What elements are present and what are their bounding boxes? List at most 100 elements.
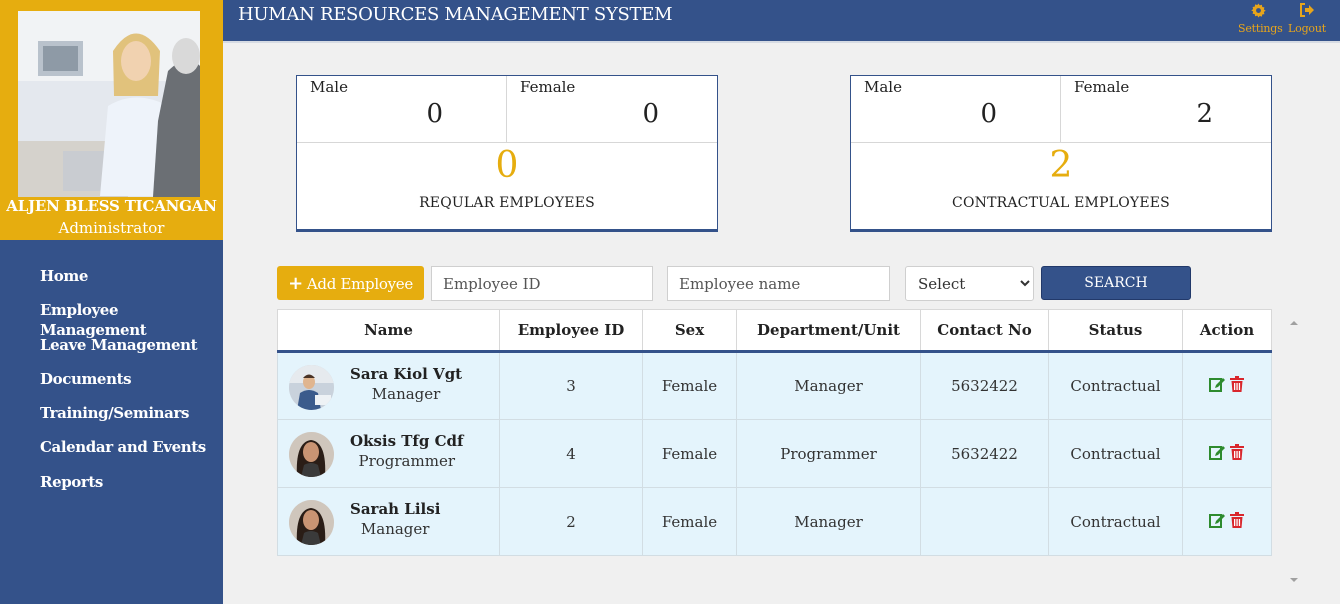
user-name: ALJEN BLESS TICANGAN: [6, 197, 217, 215]
table-header-row: Name Employee ID Sex Department/Unit Con…: [277, 309, 1272, 353]
employee-name-input[interactable]: [667, 266, 890, 301]
avatar: [289, 432, 334, 477]
contact-cell: 5632422: [920, 351, 1049, 420]
regular-male-cell: Male 0: [297, 76, 507, 143]
contractual-caption: CONTRACTUAL EMPLOYEES: [952, 195, 1170, 211]
sidebar-item-training-seminars[interactable]: Training/Seminars: [40, 403, 223, 437]
department-cell: Manager: [736, 487, 921, 556]
employee-name: Oksis Tfg Cdf: [350, 432, 464, 450]
column-header-name[interactable]: Name: [277, 309, 500, 353]
column-header-contact[interactable]: Contact No: [920, 309, 1049, 353]
add-employee-button[interactable]: + Add Employee: [277, 266, 424, 300]
sidebar-item-employee-management[interactable]: Employee Management: [40, 300, 223, 339]
department-cell: Programmer: [736, 419, 921, 488]
sex-cell: Female: [642, 419, 737, 488]
edit-icon[interactable]: [1209, 444, 1225, 460]
employee-name: Sara Kiol Vgt: [350, 365, 463, 383]
employee-position: Programmer: [358, 452, 455, 470]
regular-male-label: Male: [310, 78, 348, 96]
department-cell: Manager: [736, 351, 921, 420]
contractual-total: 2: [1049, 145, 1073, 186]
table-row: Oksis Tfg Cdf Programmer 4 Female Progra…: [277, 419, 1272, 488]
contractual-female-cell: Female 2: [1061, 76, 1271, 143]
status-cell: Contractual: [1048, 487, 1183, 556]
regular-caption: REQULAR EMPLOYEES: [419, 195, 595, 211]
person-info: Oksis Tfg Cdf Programmer: [350, 432, 463, 470]
contractual-female-label: Female: [1074, 78, 1130, 96]
column-header-action: Action: [1182, 309, 1272, 353]
regular-female-label: Female: [520, 78, 576, 96]
regular-employees-card: Male 0 Female 0 0 REQULAR EMPLOYEES: [296, 75, 718, 232]
action-cell: [1182, 351, 1272, 420]
settings-label: Settings: [1238, 22, 1283, 35]
employee-id-input[interactable]: [431, 266, 653, 301]
scroll-down-arrow[interactable]: [1288, 570, 1300, 582]
employee-position: Manager: [360, 520, 430, 538]
employee-position: Manager: [371, 385, 441, 403]
profile-photo: [18, 11, 200, 197]
name-cell: Sarah Lilsi Manager: [277, 487, 500, 556]
settings-button[interactable]: Settings: [1238, 3, 1283, 35]
employee-table-container: Name Employee ID Sex Department/Unit Con…: [277, 309, 1272, 556]
filter-select[interactable]: Select: [905, 266, 1034, 301]
user-role: Administrator: [58, 219, 165, 237]
scroll-up-arrow[interactable]: [1288, 313, 1300, 325]
column-header-department[interactable]: Department/Unit: [736, 309, 921, 353]
profile-panel: ALJEN BLESS TICANGAN Administrator: [0, 0, 223, 240]
action-cell: [1182, 419, 1272, 488]
column-header-sex[interactable]: Sex: [642, 309, 737, 353]
sidebar-item-reports[interactable]: Reports: [40, 472, 223, 506]
sex-cell: Female: [642, 351, 737, 420]
regular-female-cell: Female 0: [507, 76, 717, 143]
delete-icon[interactable]: [1229, 376, 1245, 392]
table-row: Sarah Lilsi Manager 2 Female Manager Con…: [277, 487, 1272, 556]
sidebar-item-documents[interactable]: Documents: [40, 369, 223, 403]
delete-icon[interactable]: [1229, 511, 1245, 528]
name-cell: Sara Kiol Vgt Manager: [277, 351, 500, 420]
delete-icon[interactable]: [1229, 443, 1245, 460]
action-cell: [1182, 487, 1272, 556]
sex-cell: Female: [642, 487, 737, 556]
status-cell: Contractual: [1048, 351, 1183, 420]
employee-id-cell: 3: [499, 351, 643, 420]
contact-cell: 5632422: [920, 419, 1049, 488]
edit-icon[interactable]: [1209, 512, 1225, 528]
contractual-male-cell: Male 0: [851, 76, 1061, 143]
person-info: Sarah Lilsi Manager: [350, 500, 440, 538]
employee-id-cell: 2: [499, 487, 643, 556]
search-button[interactable]: SEARCH: [1041, 266, 1191, 300]
status-cell: Contractual: [1048, 419, 1183, 488]
sidebar-item-home[interactable]: Home: [40, 266, 223, 300]
regular-female-count: 0: [642, 99, 659, 129]
contractual-male-count: 0: [980, 99, 997, 129]
regular-male-count: 0: [426, 99, 443, 129]
contractual-employees-card: Male 0 Female 2 2 CONTRACTUAL EMPLOYEES: [850, 75, 1272, 232]
employee-name: Sarah Lilsi: [350, 500, 441, 518]
sidebar-nav: Home Employee Management Leave Managemen…: [40, 266, 223, 506]
column-header-status[interactable]: Status: [1048, 309, 1183, 353]
sidebar-item-calendar-events[interactable]: Calendar and Events: [40, 437, 223, 471]
avatar: [289, 365, 334, 410]
sidebar-item-leave-management[interactable]: Leave Management: [40, 335, 223, 369]
contractual-female-count: 2: [1196, 99, 1213, 129]
contact-cell: [920, 487, 1049, 556]
sidebar: ALJEN BLESS TICANGAN Administrator Home …: [0, 0, 223, 604]
app-title: HUMAN RESOURCES MANAGEMENT SYSTEM: [238, 4, 673, 25]
logout-button[interactable]: Logout: [1287, 3, 1327, 35]
logout-icon: [1287, 3, 1327, 20]
add-employee-label: Add Employee: [306, 274, 413, 293]
avatar: [289, 500, 334, 545]
column-header-employee-id[interactable]: Employee ID: [499, 309, 643, 353]
gear-icon: [1238, 3, 1278, 20]
table-row: Sara Kiol Vgt Manager 3 Female Manager 5…: [277, 351, 1272, 420]
plus-icon: +: [288, 272, 303, 294]
person-info: Sara Kiol Vgt Manager: [350, 365, 462, 403]
top-header: HUMAN RESOURCES MANAGEMENT SYSTEM Settin…: [223, 0, 1340, 43]
employee-table: Name Employee ID Sex Department/Unit Con…: [277, 309, 1272, 556]
logout-label: Logout: [1288, 22, 1326, 35]
employee-id-cell: 4: [499, 419, 643, 488]
edit-icon[interactable]: [1209, 376, 1225, 392]
name-cell: Oksis Tfg Cdf Programmer: [277, 419, 500, 488]
regular-total: 0: [495, 145, 519, 186]
contractual-male-label: Male: [864, 78, 902, 96]
